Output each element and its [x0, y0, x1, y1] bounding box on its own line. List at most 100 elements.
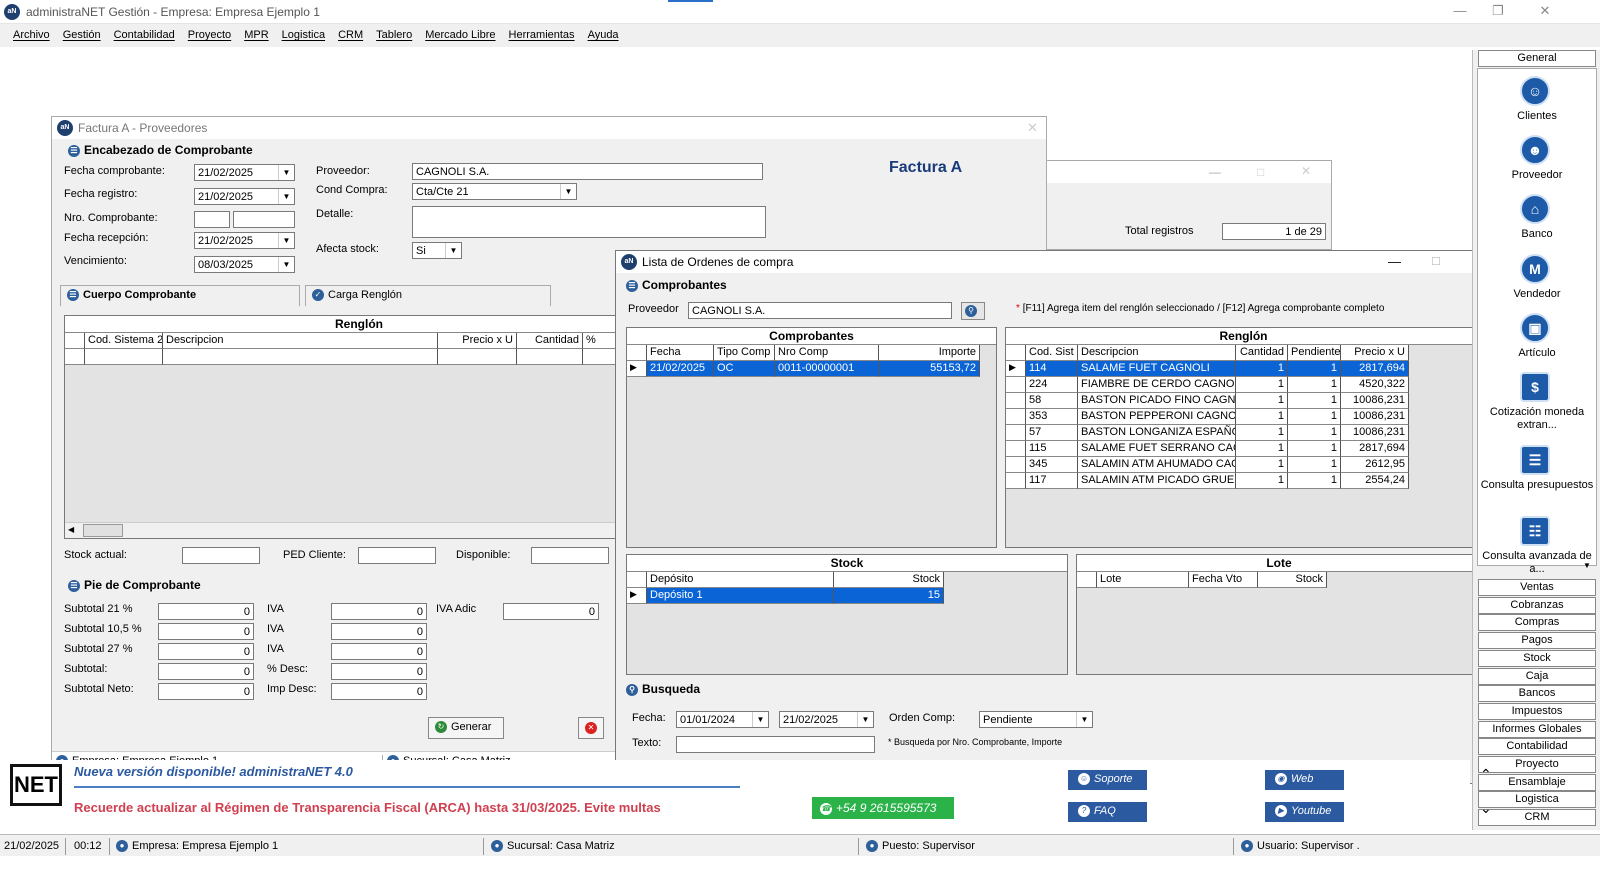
table-cell[interactable]: FIAMBRE DE CERDO CAGNOLI 1 [1078, 377, 1236, 393]
col-lote[interactable]: Lote [1097, 572, 1189, 588]
fecha-hasta-input[interactable]: 21/02/2025 ▼ [779, 711, 874, 728]
sidebar-menu-item[interactable]: Bancos [1478, 685, 1596, 703]
afecta-stock-select[interactable]: Si ▼ [412, 242, 462, 259]
table-cell[interactable]: 115 [1026, 441, 1078, 457]
table-cell[interactable]: OC [714, 361, 775, 377]
sidebar-menu-item[interactable]: CRM [1478, 809, 1596, 827]
faq-button[interactable]: ? FAQ [1068, 802, 1147, 822]
col-fecha-vto[interactable]: Fecha Vto [1189, 572, 1258, 588]
horizontal-scrollbar[interactable]: ◀ [65, 522, 655, 538]
subtotal-105-value[interactable]: 0 [158, 623, 254, 640]
menu-archivo[interactable]: Archivo [13, 24, 50, 41]
table-cell[interactable]: 117 [1026, 473, 1078, 489]
menu-mercado-libre[interactable]: Mercado Libre [425, 24, 495, 41]
table-cell[interactable]: 21/02/2025 [647, 361, 714, 377]
proveedor-input[interactable]: CAGNOLI S.A. [688, 302, 952, 319]
cond-compra-select[interactable]: Cta/Cte 21 ▼ [412, 183, 577, 200]
bank-icon[interactable]: ⌂ [1520, 194, 1550, 224]
sidebar-menu-item[interactable]: Stock [1478, 649, 1596, 667]
scroll-up-icon[interactable]: ⌃ [1480, 766, 1492, 783]
porc-desc-value[interactable]: 0 [331, 663, 427, 680]
texto-input[interactable] [676, 736, 875, 753]
orden-comp-select[interactable]: Pendiente ▼ [979, 711, 1093, 728]
table-cell[interactable] [85, 349, 163, 365]
menu-gestion[interactable]: Gestión [63, 24, 101, 41]
restore-icon[interactable]: □ [1257, 165, 1264, 179]
detalle-textarea[interactable] [412, 206, 766, 238]
sidebar-menu-item[interactable]: Logistica [1478, 791, 1596, 809]
iva-27-value[interactable]: 0 [331, 643, 427, 660]
table-cell[interactable]: 2817,694 [1341, 441, 1409, 457]
col-cantidad[interactable]: Cantidad [517, 333, 583, 349]
chevron-down-icon[interactable]: ▼ [278, 165, 294, 180]
chevron-down-icon[interactable]: ▼ [1076, 712, 1092, 727]
table-cell[interactable]: BASTON PICADO FINO CAGNOLI [1078, 393, 1236, 409]
fecha-recepcion-input[interactable]: 21/02/2025 ▼ [194, 232, 295, 249]
sidebar-menu-item[interactable]: Caja [1478, 667, 1596, 685]
menu-logistica[interactable]: Logistica [282, 24, 325, 41]
table-cell[interactable]: 114 [1026, 361, 1078, 377]
maximize-icon[interactable]: □ [1432, 253, 1440, 268]
table-cell[interactable]: 2817,694 [1341, 361, 1409, 377]
fecha-desde-input[interactable]: 01/01/2024 ▼ [676, 711, 769, 728]
sidebar-general[interactable]: General [1478, 50, 1596, 67]
table-cell[interactable]: BASTON LONGANIZA ESPAÑOLA [1078, 425, 1236, 441]
shortcut-articulo[interactable]: Artículo [1478, 347, 1596, 360]
chevron-down-icon[interactable]: ▼ [278, 189, 294, 204]
web-button[interactable]: ◉ Web [1265, 770, 1344, 790]
table-cell[interactable]: 55153,72 [879, 361, 980, 377]
table-cell[interactable]: 1 [1236, 361, 1288, 377]
table-cell[interactable]: 1 [1236, 473, 1288, 489]
table-cell[interactable]: 1 [1288, 441, 1341, 457]
minimize-icon[interactable]: — [1445, 3, 1475, 21]
imp-desc-value[interactable]: 0 [331, 683, 427, 700]
table-cell[interactable]: 1 [1288, 361, 1341, 377]
menu-tablero[interactable]: Tablero [376, 24, 412, 41]
chevron-down-icon[interactable]: ▼ [445, 243, 461, 258]
shortcut-banco[interactable]: Banco [1478, 228, 1596, 241]
table-cell[interactable]: SALAME FUET CAGNOLI [1078, 361, 1236, 377]
sidebar-menu-item[interactable]: Proyecto [1478, 756, 1596, 773]
proveedor-input[interactable]: CAGNOLI S.A. [412, 163, 763, 180]
sidebar-menu-item[interactable]: Pagos [1478, 632, 1596, 650]
col-precio[interactable]: Precio x U [438, 333, 517, 349]
subtotal-27-value[interactable]: 0 [158, 643, 254, 660]
col-lote-stock[interactable]: Stock [1258, 572, 1327, 588]
table-cell[interactable]: 1 [1236, 377, 1288, 393]
cancel-button[interactable]: ✕ [578, 717, 604, 739]
table-cell[interactable]: 2554,24 [1341, 473, 1409, 489]
generar-button[interactable]: ↻ Generar [428, 717, 504, 739]
table-cell[interactable] [163, 349, 438, 365]
table-cell[interactable]: 10086,231 [1341, 425, 1409, 441]
sidebar-menu-item[interactable]: Ensamblaje [1478, 773, 1596, 791]
col-stock[interactable]: Stock [834, 572, 944, 588]
fecha-registro-input[interactable]: 21/02/2025 ▼ [194, 188, 295, 205]
col-cod-sistema[interactable]: Cod. Sistema 2 [85, 333, 163, 349]
iva-21-value[interactable]: 0 [331, 603, 427, 620]
table-cell[interactable]: 1 [1288, 457, 1341, 473]
shortcut-cotizacion[interactable]: Cotización moneda extran... [1478, 406, 1596, 432]
proveedor-icon[interactable]: ☻ [1520, 135, 1550, 165]
table-cell[interactable]: 1 [1236, 409, 1288, 425]
minimize-icon[interactable]: — [1209, 165, 1221, 179]
table-cell[interactable]: 1 [1236, 441, 1288, 457]
col-descripcion[interactable]: Descripcion [1078, 345, 1236, 361]
chevron-down-icon[interactable]: ▼ [1583, 561, 1591, 570]
col-nro-comp[interactable]: Nro Comp [775, 345, 879, 361]
col-tipo-comp[interactable]: Tipo Comp [714, 345, 775, 361]
table-cell[interactable]: 2612,95 [1341, 457, 1409, 473]
scroll-thumb[interactable] [83, 524, 123, 537]
table-cell[interactable]: 10086,231 [1341, 393, 1409, 409]
col-importe[interactable]: Importe [879, 345, 980, 361]
subtotal-value[interactable]: 0 [158, 663, 254, 680]
shortcut-proveedor[interactable]: Proveedor [1478, 169, 1596, 182]
shortcut-consulta-presupuestos[interactable]: Consulta presupuestos [1478, 479, 1596, 492]
table-cell[interactable]: 1 [1288, 377, 1341, 393]
table-cell[interactable]: 1 [1236, 457, 1288, 473]
nro-comprobante-num-input[interactable] [233, 211, 295, 228]
sidebar-menu-item[interactable]: Contabilidad [1478, 738, 1596, 756]
shortcut-clientes[interactable]: Clientes [1478, 110, 1596, 123]
sidebar-menu-item[interactable]: Impuestos [1478, 702, 1596, 720]
iva-adic-value[interactable]: 0 [503, 603, 599, 620]
col-deposito[interactable]: Depósito [647, 572, 834, 588]
